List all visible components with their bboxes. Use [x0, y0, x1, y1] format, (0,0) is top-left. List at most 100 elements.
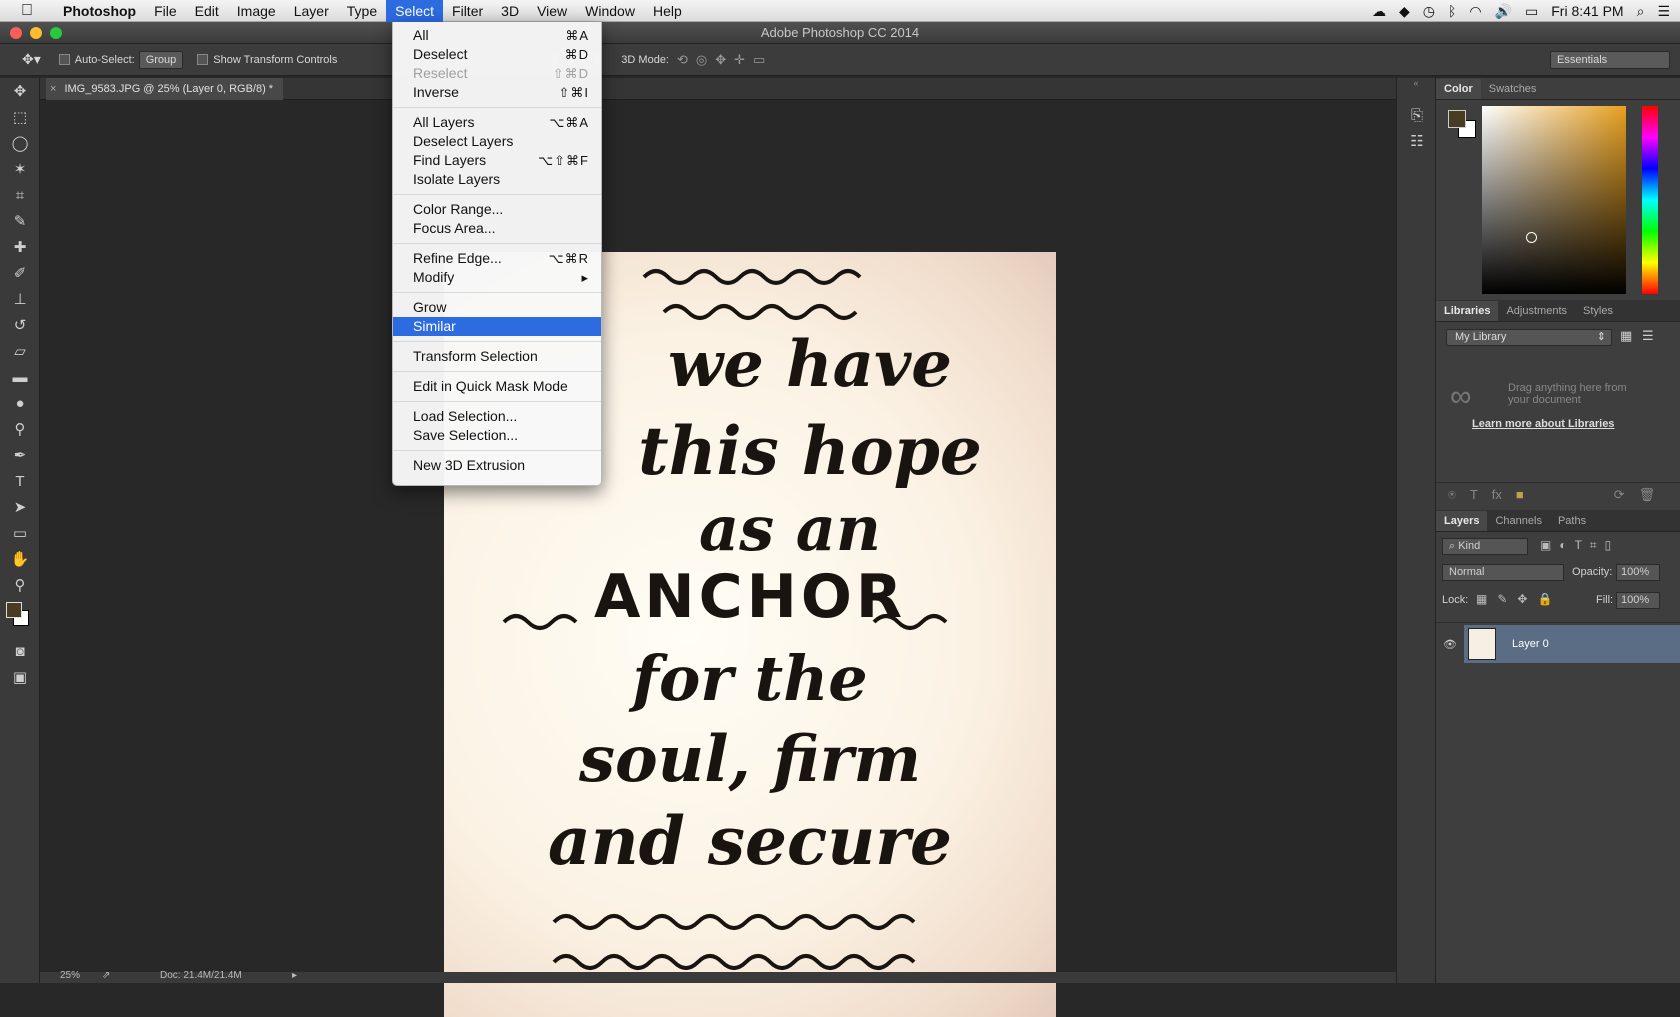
clock[interactable]: Fri 8:41 PM: [1551, 3, 1623, 19]
auto-select-checkbox[interactable]: [58, 54, 70, 66]
hue-slider[interactable]: [1642, 106, 1658, 294]
add-fx-icon[interactable]: fx: [1492, 487, 1502, 502]
add-text-icon[interactable]: T: [1470, 487, 1478, 502]
minimize-window-button[interactable]: [30, 27, 42, 39]
sync-icon[interactable]: ⟳: [1614, 487, 1625, 502]
menu-edit[interactable]: Edit: [186, 0, 228, 22]
add-graphic-icon[interactable]: ⍟: [1448, 487, 1456, 502]
menu-item-deselect[interactable]: Deselect ⌘D: [393, 45, 601, 64]
color-panel-fg-swatch[interactable]: [1448, 110, 1466, 128]
dodge-tool-icon[interactable]: ⚲: [0, 416, 40, 442]
zoom-tool-icon[interactable]: ⚲: [0, 572, 40, 598]
menu-filter[interactable]: Filter: [443, 0, 492, 22]
layer-name[interactable]: Layer 0: [1512, 638, 1549, 650]
hand-tool-icon[interactable]: ✋: [0, 546, 40, 572]
spotlight-icon[interactable]: ⌕: [1637, 3, 1645, 20]
menu-item-isolate-layers[interactable]: Isolate Layers: [393, 170, 601, 189]
menu-app-name[interactable]: Photoshop: [54, 0, 145, 22]
menu-select[interactable]: Select: [386, 0, 444, 22]
properties-panel-icon[interactable]: ☷: [1397, 128, 1437, 154]
lock-icons[interactable]: ▦✎✥🔒: [1476, 592, 1562, 606]
magic-wand-tool-icon[interactable]: ✶: [0, 156, 40, 182]
menu-layer[interactable]: Layer: [285, 0, 338, 22]
tab-styles[interactable]: Styles: [1575, 301, 1621, 321]
pen-tool-icon[interactable]: ✒: [0, 442, 40, 468]
menu-item-inverse[interactable]: Inverse ⇧⌘I: [393, 83, 601, 102]
tab-paths[interactable]: Paths: [1550, 511, 1594, 531]
marquee-tool-icon[interactable]: ⬚: [0, 104, 40, 130]
tab-channels[interactable]: Channels: [1487, 511, 1549, 531]
layer-row[interactable]: 👁 Layer 0: [1436, 624, 1680, 664]
menu-item-find-layers[interactable]: Find Layers ⌥⇧⌘F: [393, 151, 601, 170]
quick-mask-icon[interactable]: ◙: [0, 638, 40, 664]
eyedropper-tool-icon[interactable]: ✎: [0, 208, 40, 234]
auto-select-group-dropdown[interactable]: Group: [138, 50, 184, 69]
volume-icon[interactable]: 🔊: [1495, 3, 1512, 20]
menu-item-load-selection[interactable]: Load Selection...: [393, 407, 601, 426]
menu-item-refine-edge[interactable]: Refine Edge... ⌥⌘R: [393, 249, 601, 268]
apple-icon[interactable]: : [0, 2, 54, 20]
blur-tool-icon[interactable]: ●: [0, 390, 40, 416]
history-panel-icon[interactable]: ⎘: [1397, 102, 1437, 128]
dropbox-icon[interactable]: ◆: [1399, 3, 1410, 20]
move-tool-icon[interactable]: ✥: [0, 78, 40, 104]
3d-mode-icons[interactable]: ⟲◎✥✛▭: [677, 52, 773, 68]
workspace-dropdown[interactable]: Essentials: [1550, 50, 1670, 69]
menu-item-modify[interactable]: Modify ▸: [393, 268, 601, 287]
add-color-icon[interactable]: ■: [1516, 487, 1524, 502]
tab-color[interactable]: Color: [1436, 79, 1481, 99]
menu-file[interactable]: File: [145, 0, 186, 22]
clone-stamp-tool-icon[interactable]: ⊥: [0, 286, 40, 312]
type-tool-icon[interactable]: T: [0, 468, 40, 494]
menu-view[interactable]: View: [528, 0, 576, 22]
close-window-button[interactable]: [10, 27, 22, 39]
bluetooth-icon[interactable]: ᛒ: [1448, 3, 1456, 19]
rectangle-tool-icon[interactable]: ▭: [0, 520, 40, 546]
healing-brush-tool-icon[interactable]: ✚: [0, 234, 40, 260]
crop-tool-icon[interactable]: ⌗: [0, 182, 40, 208]
layer-row-selected[interactable]: Layer 0: [1464, 625, 1680, 663]
visibility-eye-icon[interactable]: 👁: [1436, 638, 1464, 651]
lasso-tool-icon[interactable]: ◯: [0, 130, 40, 156]
wifi-icon[interactable]: ◠: [1469, 3, 1481, 20]
share-icon[interactable]: ⇗: [102, 970, 110, 981]
tab-libraries[interactable]: Libraries: [1436, 301, 1499, 321]
menu-help[interactable]: Help: [644, 0, 691, 22]
document-tab[interactable]: × IMG_9583.JPG @ 25% (Layer 0, RGB/8) *: [46, 78, 284, 100]
menu-item-all-layers[interactable]: All Layers ⌥⌘A: [393, 113, 601, 132]
blend-mode-dropdown[interactable]: Normal: [1442, 564, 1564, 581]
menu-item-edit-in-quick-mask-mode[interactable]: Edit in Quick Mask Mode: [393, 377, 601, 396]
brush-tool-icon[interactable]: ✐: [0, 260, 40, 286]
menu-item-grow[interactable]: Grow: [393, 298, 601, 317]
grid-view-icon[interactable]: ▦: [1620, 328, 1632, 344]
zoom-level[interactable]: 25%: [60, 970, 80, 981]
delete-library-icon[interactable]: 🗑: [1639, 487, 1656, 502]
menu-item-transform-selection[interactable]: Transform Selection: [393, 347, 601, 366]
time-machine-icon[interactable]: ◷: [1423, 3, 1435, 20]
menu-item-deselect-layers[interactable]: Deselect Layers: [393, 132, 601, 151]
screen-mode-icon[interactable]: ▣: [0, 664, 40, 690]
show-transform-checkbox[interactable]: [197, 54, 209, 66]
creative-cloud-icon[interactable]: ☁: [1372, 3, 1386, 20]
menu-item-save-selection[interactable]: Save Selection...: [393, 426, 601, 445]
color-field[interactable]: [1482, 106, 1626, 294]
zoom-window-button[interactable]: [50, 27, 62, 39]
canvas-area[interactable]: we have this hope as an ANCHOR for the s…: [40, 100, 1396, 1017]
eraser-tool-icon[interactable]: ▱: [0, 338, 40, 364]
battery-icon[interactable]: ▭: [1525, 3, 1538, 20]
menu-item-color-range[interactable]: Color Range...: [393, 200, 601, 219]
menu-image[interactable]: Image: [228, 0, 285, 22]
notification-center-icon[interactable]: ☰: [1657, 3, 1670, 20]
fill-field[interactable]: 100%: [1616, 592, 1660, 609]
menu-window[interactable]: Window: [576, 0, 644, 22]
tab-swatches[interactable]: Swatches: [1481, 79, 1545, 99]
layer-filter-icons[interactable]: ▣◐T⌗▯: [1540, 538, 1619, 553]
layer-filter-dropdown[interactable]: ⌕ Kind: [1442, 538, 1528, 555]
gradient-tool-icon[interactable]: ▬: [0, 364, 40, 390]
tab-adjustments[interactable]: Adjustments: [1498, 301, 1575, 321]
opacity-field[interactable]: 100%: [1616, 564, 1660, 581]
foreground-color-swatch[interactable]: [6, 602, 22, 618]
dock-collapse-icon[interactable]: «: [1397, 78, 1435, 92]
library-dropdown[interactable]: My Library ⇕: [1446, 329, 1612, 346]
menu-item-similar[interactable]: Similar: [393, 317, 601, 336]
